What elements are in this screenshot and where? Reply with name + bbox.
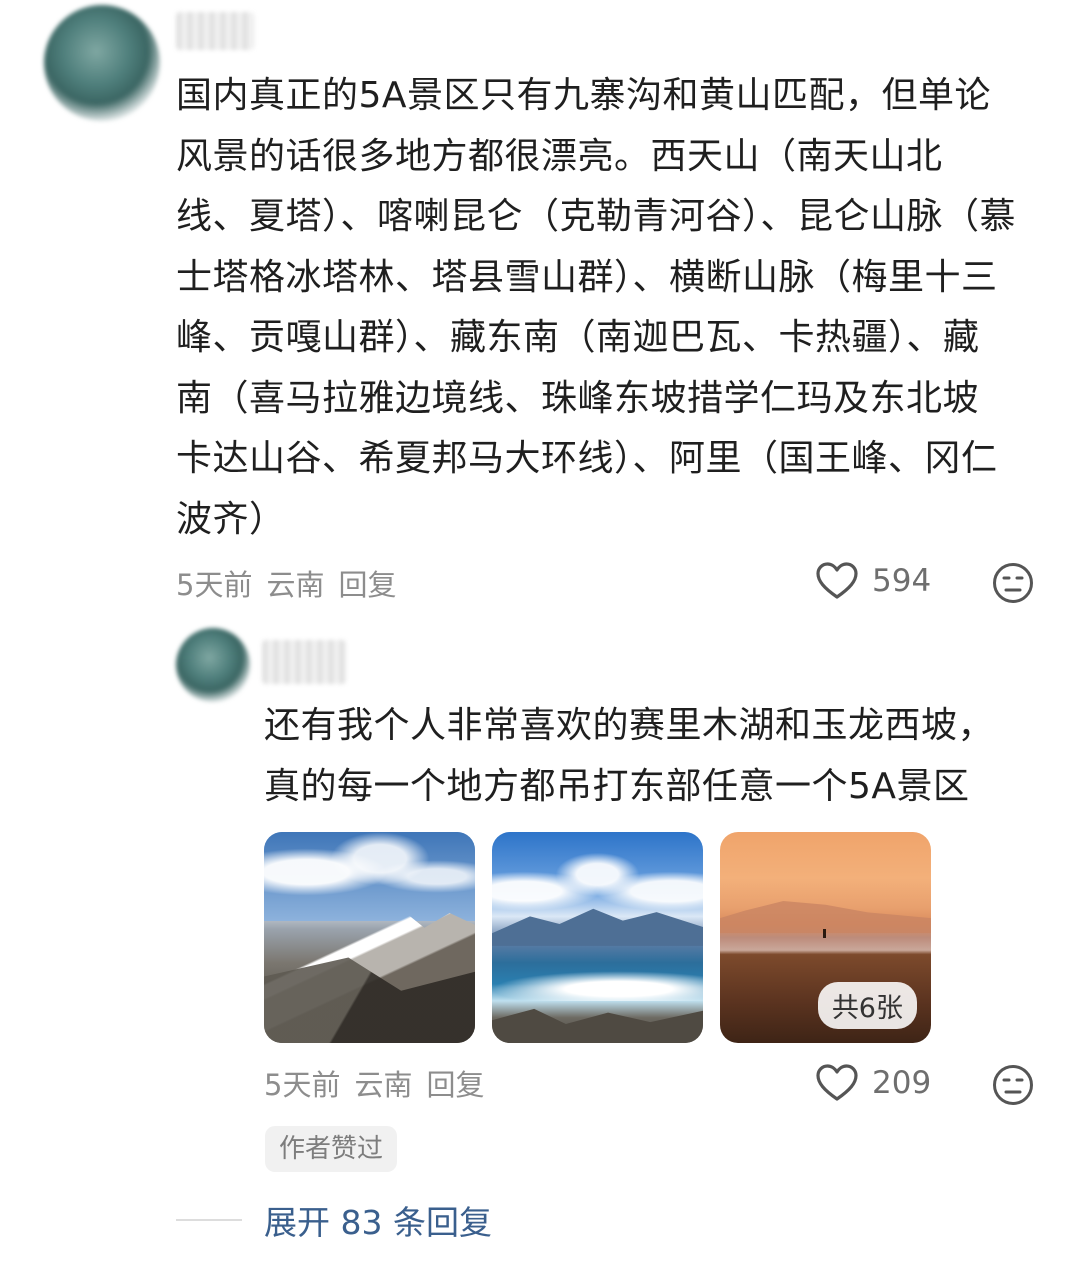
emoji-icon[interactable] xyxy=(992,562,1034,604)
comment-time: 5天前 xyxy=(176,568,253,602)
comment-meta: 5天前 云南 回复 xyxy=(264,1062,484,1104)
comment-text: 国内真正的5A景区只有九寨沟和黄山匹配，但单论 风景的话很多地方都很漂亮。西天山… xyxy=(176,66,1056,550)
emoji-icon[interactable] xyxy=(992,1064,1034,1106)
photo-thumbnail[interactable] xyxy=(264,832,475,1043)
comment-line: 国内真正的5A景区只有九寨沟和黄山匹配，但单论 xyxy=(176,75,992,116)
username-redacted[interactable] xyxy=(262,640,346,684)
like-count: 594 xyxy=(872,563,932,599)
username-redacted[interactable] xyxy=(176,12,254,50)
photo-thumbnail[interactable] xyxy=(492,832,703,1043)
comment-line: 峰、贡嘎山群）、藏东南（南迦巴瓦、卡热疆）、藏 xyxy=(176,317,980,358)
comment-line: 风景的话很多地方都很漂亮。西天山（南天山北 xyxy=(176,135,943,177)
author-liked-badge: 作者赞过 xyxy=(265,1126,398,1172)
comment-line: 波齐） xyxy=(176,498,286,540)
comment-line: 线、夏塔）、喀喇昆仑（克勒青河谷）、昆仑山脉（慕 xyxy=(176,196,1017,237)
heart-icon xyxy=(816,1064,858,1102)
reply-button[interactable]: 回复 xyxy=(338,562,396,604)
comment-line: 还有我个人非常喜欢的赛里木湖和玉龙西坡， xyxy=(264,705,995,746)
comment-line: 卡达山谷、希夏邦马大环线）、阿里（国王峰、冈仁 xyxy=(176,438,998,479)
comment-line: 真的每一个地方都吊打东部任意一个5A景区 xyxy=(264,765,970,807)
comment-time: 5天前 xyxy=(264,1068,341,1102)
comment-location: 云南 xyxy=(266,568,325,602)
reply-button[interactable]: 回复 xyxy=(426,1062,484,1104)
image-gallery: 共6张 xyxy=(264,832,931,1043)
expand-replies-button[interactable]: 展开 83 条回复 xyxy=(176,1196,492,1244)
avatar[interactable] xyxy=(44,5,160,121)
photo-thumbnail[interactable]: 共6张 xyxy=(720,832,931,1043)
like-count: 209 xyxy=(872,1065,932,1101)
comment-location: 云南 xyxy=(354,1068,413,1102)
expand-replies-label: 展开 83 条回复 xyxy=(264,1203,492,1242)
reply-text: 还有我个人非常喜欢的赛里木湖和玉龙西坡， 真的每一个地方都吊打东部任意一个5A景… xyxy=(264,696,1054,817)
heart-icon xyxy=(816,562,858,600)
image-count-badge: 共6张 xyxy=(817,982,917,1029)
divider xyxy=(176,1219,242,1221)
like-button[interactable]: 209 xyxy=(816,1064,931,1102)
comment-meta: 5天前 云南 回复 xyxy=(176,562,396,604)
comment-line: 士塔格冰塔林、塔县雪山群）、横断山脉（梅里十三 xyxy=(176,256,998,298)
comment-line: 南（喜马拉雅边境线、珠峰东坡措学仁玛及东北坡 xyxy=(176,377,980,419)
like-button[interactable]: 594 xyxy=(816,562,931,600)
avatar[interactable] xyxy=(176,628,250,702)
